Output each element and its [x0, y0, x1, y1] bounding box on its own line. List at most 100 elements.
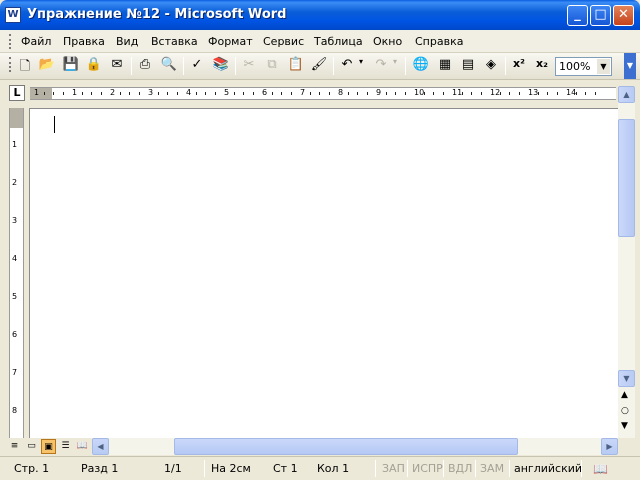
ruler-tick — [233, 92, 235, 95]
status-ovr[interactable]: ЗАМ — [480, 462, 504, 475]
print-layout-icon[interactable]: ▣ — [41, 439, 56, 454]
ruler-tick — [442, 92, 444, 95]
ruler-number: 8 — [12, 406, 18, 415]
outline-view-icon[interactable]: ☰ — [58, 439, 73, 454]
tab-selector[interactable]: L — [9, 85, 25, 101]
ruler-number: 2 — [12, 178, 18, 187]
ruler-number: 2 — [110, 88, 116, 97]
menu-grip[interactable] — [9, 34, 12, 49]
previous-page-icon[interactable]: ▲ — [621, 390, 628, 400]
toolbar-separator — [235, 57, 236, 75]
vertical-ruler[interactable]: 1 2 3 4 5 6 7 8 — [9, 108, 24, 438]
horizontal-ruler[interactable]: 1 1 2 3 4 5 6 7 8 9 10 11 12 13 14 — [30, 87, 616, 100]
email-icon[interactable]: ✉ — [108, 57, 126, 75]
title-bar[interactable]: W Упражнение №12 - Microsoft Word _ □ ✕ — [0, 0, 640, 30]
horizontal-scroll-thumb[interactable] — [174, 438, 518, 455]
undo-dropdown-icon[interactable]: ▾ — [356, 57, 366, 75]
permission-icon[interactable]: 🔒 — [85, 57, 103, 75]
format-painter-icon[interactable]: 🖌 — [310, 57, 328, 75]
ruler-tick — [509, 92, 510, 95]
new-document-icon[interactable]: 🗋 — [16, 57, 34, 75]
ruler-tick — [423, 92, 425, 95]
ruler-tick — [575, 92, 577, 95]
paste-icon[interactable]: 📋 — [287, 57, 305, 75]
spelling-icon[interactable]: ✓ — [188, 57, 206, 75]
save-icon[interactable]: 💾 — [62, 57, 80, 75]
menu-table[interactable]: Таблица — [314, 35, 363, 48]
menu-tools[interactable]: Сервис — [263, 35, 304, 48]
minimize-button[interactable]: _ — [567, 5, 588, 26]
menu-view[interactable]: Вид — [116, 35, 138, 48]
scroll-left-button[interactable]: ◀ — [92, 438, 109, 455]
normal-view-icon[interactable]: ≡ — [7, 439, 22, 454]
ruler-tick — [81, 92, 83, 95]
ruler-tick — [594, 92, 596, 95]
ruler-tick — [309, 92, 311, 95]
reading-layout-icon[interactable]: 📖 — [75, 439, 90, 454]
undo-icon[interactable]: ↶ — [338, 57, 356, 75]
ruler-number: 3 — [12, 216, 18, 225]
vertical-scroll-thumb[interactable] — [618, 119, 635, 237]
menu-format[interactable]: Формат — [208, 35, 253, 48]
ruler-number: 7 — [12, 368, 18, 377]
toolbar-grip[interactable] — [9, 57, 12, 72]
print-preview-icon[interactable]: 🔍 — [160, 57, 178, 75]
ruler-tick — [404, 92, 406, 95]
cut-icon[interactable]: ✂ — [240, 57, 258, 75]
zoom-value: 100% — [559, 60, 591, 73]
menu-insert[interactable]: Вставка — [151, 35, 198, 48]
status-separator — [581, 460, 582, 477]
next-page-icon[interactable]: ▼ — [621, 421, 628, 431]
insert-table-icon[interactable]: ▤ — [459, 57, 477, 75]
status-ext[interactable]: ВДЛ — [448, 462, 472, 475]
status-trk[interactable]: ИСПР — [412, 462, 443, 475]
menu-help[interactable]: Справка — [415, 35, 463, 48]
research-icon[interactable]: 📚 — [212, 57, 230, 75]
menu-edit[interactable]: Правка — [63, 35, 105, 48]
status-section: Разд 1 — [81, 462, 119, 475]
hyperlink-icon[interactable]: 🌐 — [412, 57, 430, 75]
scroll-up-button[interactable]: ▲ — [618, 86, 635, 103]
ruler-number: 7 — [300, 88, 306, 97]
ruler-row: L 1 1 2 3 4 5 6 7 8 9 10 11 12 13 14 — [0, 81, 618, 105]
ruler-tick — [271, 92, 273, 95]
ruler-number: 4 — [12, 254, 18, 263]
ruler-tick — [366, 92, 368, 95]
superscript-icon[interactable]: x² — [510, 57, 528, 75]
ruler-tick — [319, 92, 320, 95]
maximize-button[interactable]: □ — [590, 5, 611, 26]
ruler-tick — [347, 92, 349, 95]
redo-icon[interactable]: ↷ — [372, 57, 390, 75]
word-doc-icon[interactable]: W — [5, 7, 21, 23]
horizontal-scrollbar[interactable]: ◀ ▶ — [92, 438, 618, 455]
window-title: Упражнение №12 - Microsoft Word — [27, 7, 287, 22]
select-browse-object-icon[interactable]: ○ — [621, 406, 629, 416]
spelling-status-icon[interactable]: 📖 — [593, 462, 608, 476]
toolbar-options-icon[interactable]: ▼ — [624, 53, 636, 79]
ruler-tick — [585, 92, 586, 95]
tables-borders-icon[interactable]: ▦ — [436, 57, 454, 75]
status-rec[interactable]: ЗАП — [382, 462, 405, 475]
close-button[interactable]: ✕ — [613, 5, 634, 26]
chevron-down-icon[interactable]: ▼ — [597, 59, 610, 74]
status-line: Ст 1 — [273, 462, 298, 475]
menu-file[interactable]: Файл — [21, 35, 51, 48]
status-language: английский — [514, 462, 583, 475]
document-area[interactable] — [29, 108, 618, 438]
scroll-down-button[interactable]: ▼ — [618, 370, 635, 387]
scroll-right-button[interactable]: ▶ — [601, 438, 618, 455]
redo-dropdown-icon[interactable]: ▾ — [390, 57, 400, 75]
ruler-number: 6 — [262, 88, 268, 97]
menu-window[interactable]: Окно — [373, 35, 402, 48]
print-icon[interactable]: ⎙ — [136, 57, 154, 75]
web-layout-icon[interactable]: ▭ — [24, 439, 39, 454]
drawing-icon[interactable]: ◈ — [482, 57, 500, 75]
ruler-tick — [281, 92, 282, 95]
zoom-select[interactable]: 100% ▼ — [555, 57, 612, 76]
copy-icon[interactable]: ⧉ — [263, 57, 281, 75]
vertical-scrollbar[interactable]: ▲ ▼ ▲ ○ ▼ — [618, 86, 635, 438]
ruler-tick — [328, 92, 330, 95]
ruler-tick — [91, 92, 92, 95]
open-folder-icon[interactable]: 📂 — [38, 57, 56, 75]
subscript-icon[interactable]: x₂ — [533, 57, 551, 75]
